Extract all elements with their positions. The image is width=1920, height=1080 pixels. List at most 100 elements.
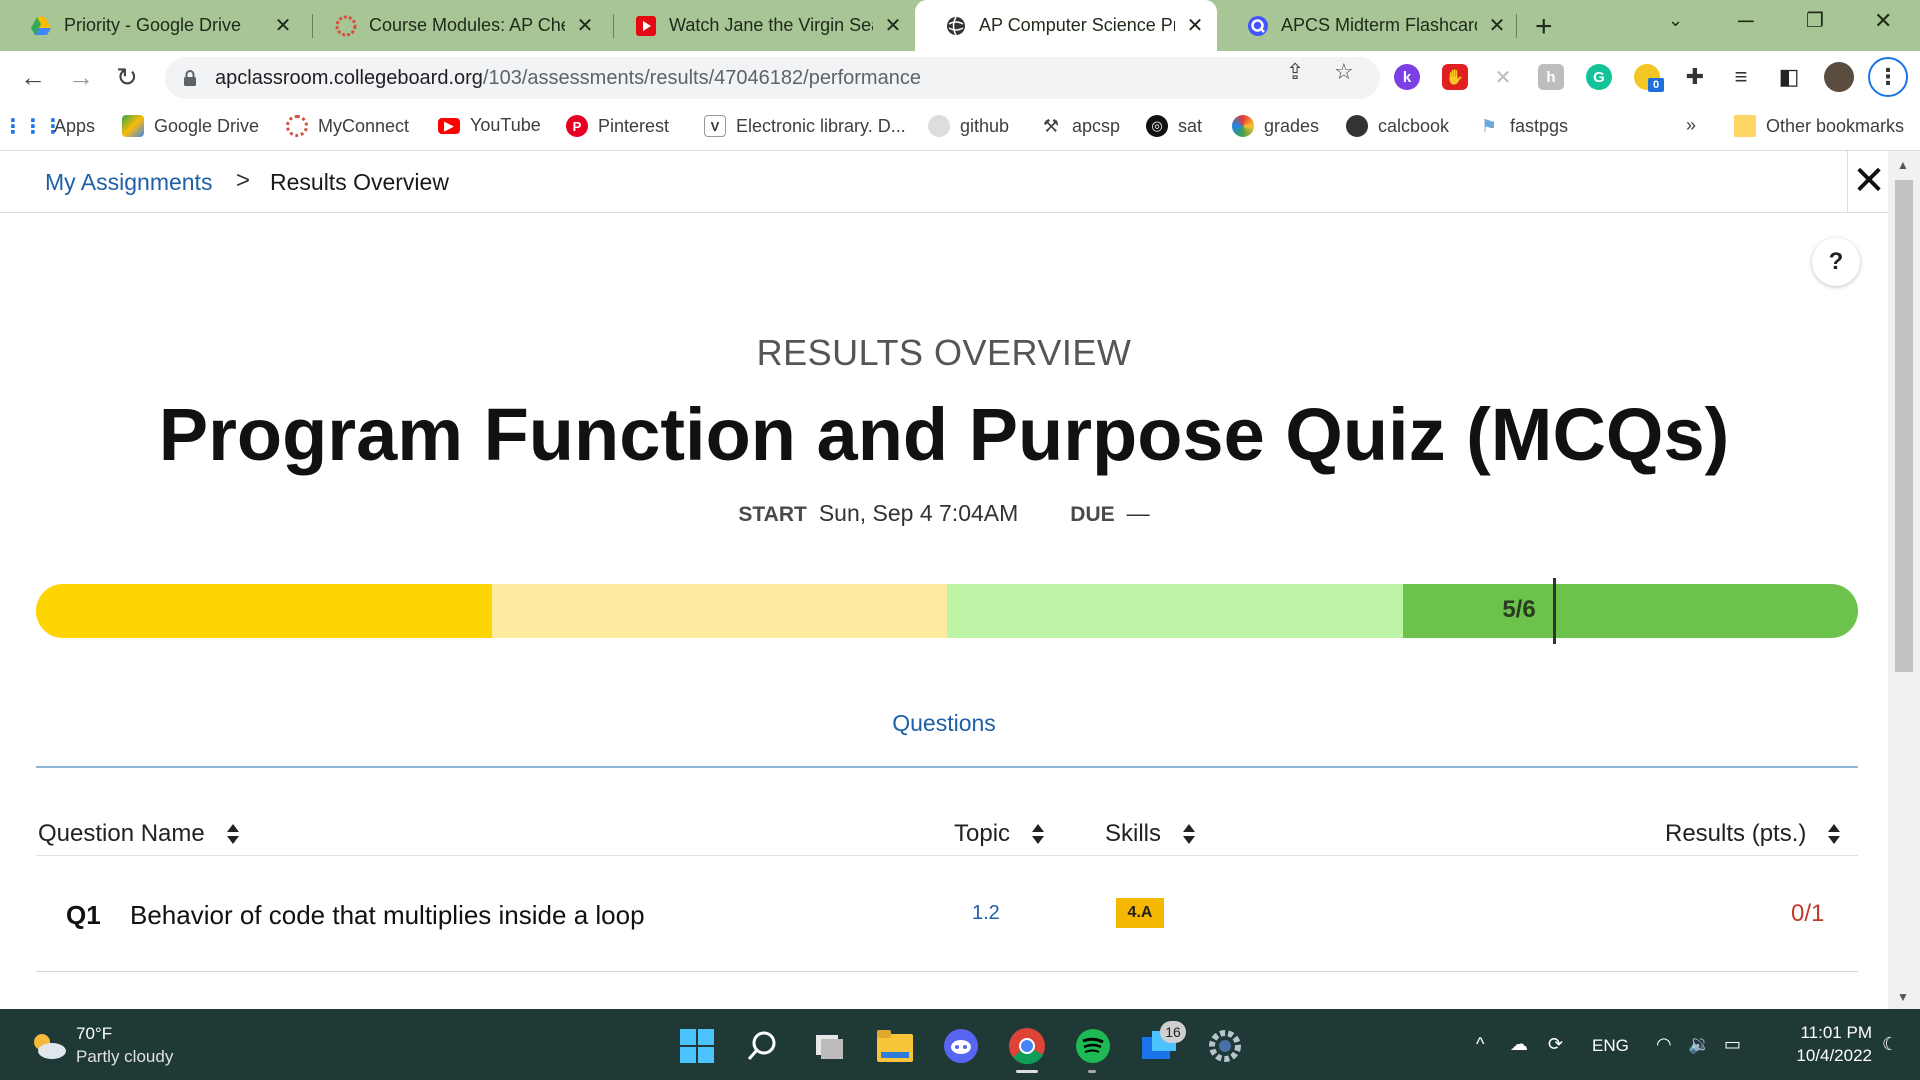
weather-condition[interactable]: Partly cloudy bbox=[76, 1047, 173, 1067]
onedrive-icon[interactable]: ☁ bbox=[1510, 1034, 1528, 1055]
tab-course-modules[interactable]: Course Modules: AP Chem ✕ bbox=[305, 0, 607, 51]
share-icon[interactable]: ⇪ bbox=[1286, 59, 1304, 85]
score-band-1 bbox=[36, 584, 492, 638]
notifications-icon[interactable]: ☾ bbox=[1882, 1034, 1898, 1055]
discord-icon[interactable] bbox=[942, 1027, 980, 1065]
profile-avatar[interactable] bbox=[1824, 62, 1854, 92]
spotify-icon[interactable] bbox=[1074, 1027, 1112, 1065]
search-icon[interactable] bbox=[744, 1027, 782, 1065]
question-name[interactable]: Behavior of code that multiplies inside … bbox=[130, 900, 645, 931]
scroll-up-arrow[interactable]: ▲ bbox=[1897, 158, 1909, 172]
tab-close-icon[interactable]: ✕ bbox=[575, 13, 595, 38]
breadcrumb-my-assignments[interactable]: My Assignments bbox=[45, 169, 212, 196]
help-button[interactable]: ? bbox=[1812, 238, 1860, 286]
menu-kebab-icon[interactable]: ⋮ bbox=[1868, 57, 1908, 97]
clock-date[interactable]: 10/4/2022 bbox=[1772, 1046, 1872, 1066]
bookmark-label: apcsp bbox=[1072, 115, 1121, 136]
bookmark-other[interactable]: Other bookmarks bbox=[1734, 115, 1904, 137]
grades-icon bbox=[1232, 115, 1254, 137]
clock-time[interactable]: 11:01 PM bbox=[1786, 1023, 1872, 1043]
bookmark-label: sat bbox=[1178, 115, 1203, 136]
tray-overflow-icon[interactable]: ^ bbox=[1476, 1034, 1484, 1055]
tab-ap-computer-science[interactable]: AP Computer Science Prin ✕ bbox=[915, 0, 1217, 51]
bookmark-grades[interactable]: grades bbox=[1232, 115, 1319, 137]
file-explorer-icon[interactable] bbox=[876, 1027, 914, 1065]
reload-icon[interactable]: ↻ bbox=[116, 62, 138, 93]
grammarly-icon[interactable]: G bbox=[1586, 64, 1612, 90]
bookmark-youtube[interactable]: ▶ YouTube bbox=[438, 115, 541, 136]
scrollbar-thumb[interactable] bbox=[1895, 180, 1913, 672]
column-header-results[interactable]: Results (pts.) bbox=[1665, 820, 1841, 848]
url-path: /103/assessments/results/47046182/perfor… bbox=[482, 66, 921, 89]
due-label: DUE bbox=[1070, 503, 1115, 526]
table-row[interactable]: Q1 Behavior of code that multiplies insi… bbox=[36, 856, 1858, 972]
forward-icon[interactable]: → bbox=[68, 62, 94, 93]
bookmark-calcbook[interactable]: calcbook bbox=[1346, 115, 1449, 137]
reading-list-icon[interactable]: ≡ bbox=[1728, 64, 1754, 90]
window-close-icon[interactable]: ✕ bbox=[1874, 8, 1892, 34]
tab-questions[interactable]: Questions bbox=[0, 710, 1888, 737]
task-view-icon[interactable] bbox=[810, 1027, 848, 1065]
battery-icon[interactable]: ▭ bbox=[1724, 1034, 1741, 1055]
tab-apcs-flashcards[interactable]: APCS Midterm Flashcards ✕ bbox=[1217, 0, 1519, 51]
sort-icon[interactable] bbox=[1032, 824, 1045, 844]
bookmark-label: MyConnect bbox=[318, 115, 410, 136]
tab-close-icon[interactable]: ✕ bbox=[883, 13, 903, 38]
start-windows-icon[interactable] bbox=[678, 1027, 716, 1065]
new-tab-button[interactable]: + bbox=[1535, 10, 1553, 44]
tab-close-icon[interactable]: ✕ bbox=[1185, 13, 1205, 38]
bookmark-github[interactable]: github bbox=[928, 115, 1009, 137]
side-panel-icon[interactable]: ◧ bbox=[1776, 64, 1802, 90]
settings-gear-icon[interactable] bbox=[1206, 1027, 1244, 1065]
column-header-skills[interactable]: Skills bbox=[1105, 820, 1196, 848]
bookmark-electronic-library[interactable]: V Electronic library. D... bbox=[704, 115, 906, 137]
tab-jane-the-virgin[interactable]: Watch Jane the Virgin Sea ✕ bbox=[605, 0, 915, 51]
bookmark-myconnect[interactable]: MyConnect bbox=[286, 115, 409, 137]
bookmark-apps[interactable]: ⋮⋮⋮ Apps bbox=[3, 115, 95, 138]
bookmark-label: Other bookmarks bbox=[1766, 115, 1905, 136]
sync-icon[interactable]: ⟳ bbox=[1548, 1034, 1563, 1055]
bookmark-star-icon[interactable]: ☆ bbox=[1334, 59, 1354, 85]
tab-search-icon[interactable]: ⌄ bbox=[1668, 10, 1683, 31]
tab-close-icon[interactable]: ✕ bbox=[1487, 13, 1507, 38]
bookmark-pinterest[interactable]: P Pinterest bbox=[566, 115, 669, 137]
globe-icon bbox=[1346, 115, 1368, 137]
question-topic[interactable]: 1.2 bbox=[972, 902, 1000, 925]
bookmark-google-drive[interactable]: Google Drive bbox=[122, 115, 259, 137]
back-icon[interactable]: ← bbox=[20, 62, 46, 93]
bookmarks-overflow-icon[interactable]: » bbox=[1686, 115, 1696, 136]
language-indicator[interactable]: ENG bbox=[1592, 1036, 1629, 1056]
tab-google-drive[interactable]: Priority - Google Drive ✕ bbox=[0, 0, 305, 51]
rewards-extension-icon[interactable]: 0 bbox=[1634, 64, 1664, 92]
weather-temperature[interactable]: 70°F bbox=[76, 1024, 112, 1044]
assignment-dates: START Sun, Sep 4 7:04AM DUE — bbox=[0, 500, 1888, 527]
close-icon[interactable]: ✕ bbox=[1850, 157, 1888, 205]
mute-tab-icon[interactable]: ✕ bbox=[1490, 64, 1516, 90]
myconnect-icon bbox=[286, 115, 308, 137]
url-host: apclassroom.collegeboard.org bbox=[215, 66, 483, 89]
h-extension-icon[interactable]: h bbox=[1538, 64, 1564, 90]
sort-icon[interactable] bbox=[1828, 824, 1841, 844]
adblock-icon[interactable]: ✋ bbox=[1442, 64, 1468, 90]
extension-badge: 0 bbox=[1648, 78, 1664, 92]
volume-icon[interactable]: 🔉 bbox=[1688, 1034, 1710, 1055]
sort-icon[interactable] bbox=[226, 824, 239, 844]
restore-icon[interactable]: ❐ bbox=[1806, 8, 1824, 33]
tab-close-icon[interactable]: ✕ bbox=[273, 13, 293, 38]
bookmark-sat[interactable]: ◎ sat bbox=[1146, 115, 1202, 137]
address-bar[interactable]: apclassroom.collegeboard.org/103/assessm… bbox=[165, 57, 1380, 99]
minimize-icon[interactable]: ─ bbox=[1738, 8, 1754, 34]
column-header-question-name[interactable]: Question Name bbox=[38, 820, 239, 848]
chrome-icon[interactable] bbox=[1008, 1027, 1046, 1065]
github-icon bbox=[928, 115, 950, 137]
column-header-topic[interactable]: Topic bbox=[954, 820, 1045, 848]
header-divider bbox=[1847, 151, 1848, 213]
k-extension-icon[interactable]: k bbox=[1394, 64, 1420, 90]
column-label: Question Name bbox=[38, 820, 205, 847]
bookmark-apcsp[interactable]: ⚒ apcsp bbox=[1040, 115, 1120, 137]
bookmark-fastpgs[interactable]: ⚑ fastpgs bbox=[1478, 115, 1568, 137]
sort-icon[interactable] bbox=[1183, 824, 1196, 844]
wifi-icon[interactable]: ◠ bbox=[1656, 1034, 1672, 1055]
scroll-down-arrow[interactable]: ▼ bbox=[1897, 990, 1909, 1004]
extensions-puzzle-icon[interactable]: ✚ bbox=[1682, 64, 1708, 90]
